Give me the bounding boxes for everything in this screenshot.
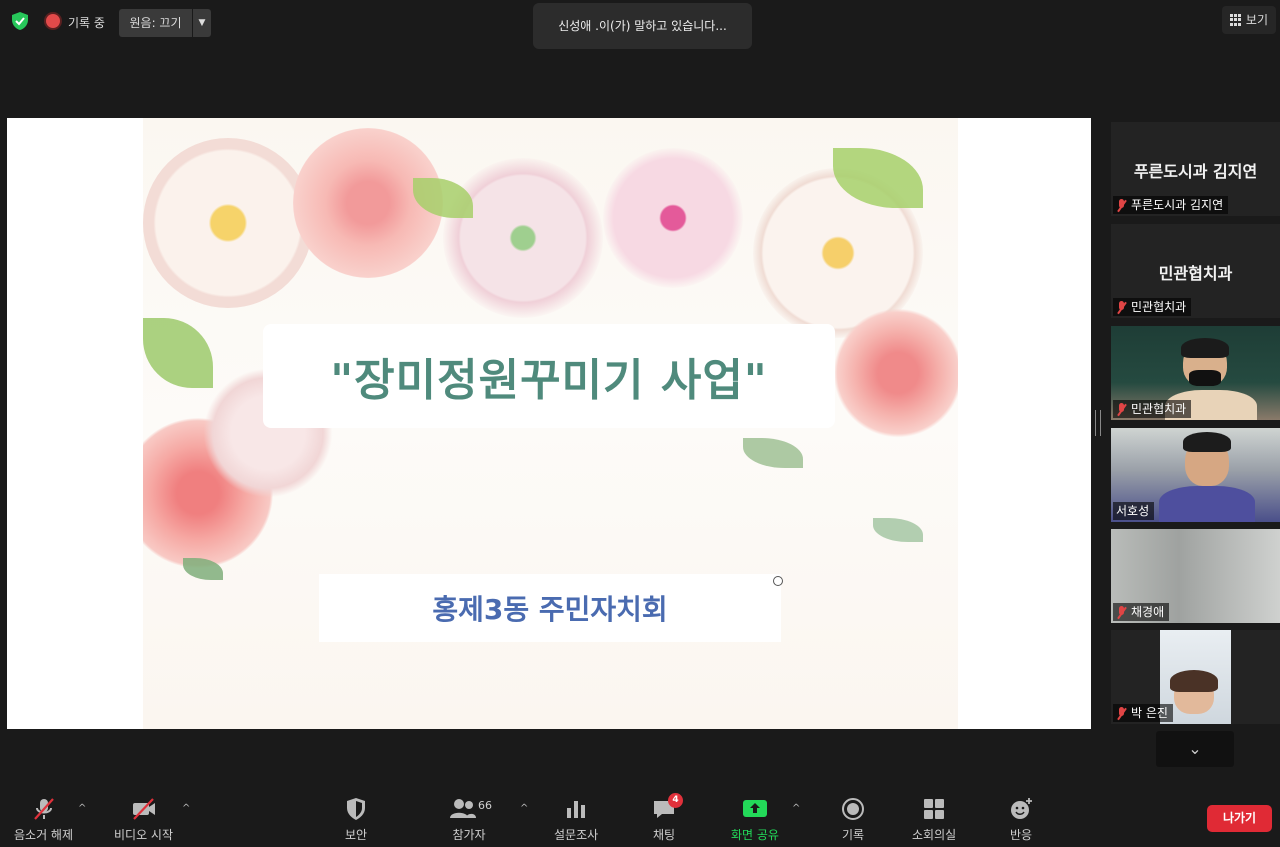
video-options-caret-icon[interactable]: ^ <box>182 803 190 814</box>
scroll-participants-down-button[interactable]: ⌄ <box>1156 731 1234 767</box>
unmute-button[interactable]: 음소거 해제 <box>14 796 73 843</box>
mic-muted-icon <box>1116 198 1127 212</box>
security-button[interactable]: 보안 <box>343 796 369 843</box>
participant-name-display: 푸른도시과 김지연 <box>1133 162 1258 181</box>
unmute-label: 음소거 해제 <box>14 828 74 842</box>
breakout-rooms-label: 소회의실 <box>912 828 957 842</box>
flower-decoration <box>143 138 313 308</box>
participants-button[interactable]: 66 참가자 <box>449 796 492 843</box>
emoji-reaction-icon <box>1011 798 1032 819</box>
participant-hair <box>1181 338 1229 358</box>
share-screen-icon <box>742 800 767 817</box>
participants-options-caret-icon[interactable]: ^ <box>520 803 528 814</box>
breakout-rooms-button[interactable]: 소회의실 <box>912 796 956 843</box>
recording-indicator-icon <box>46 14 60 28</box>
participant-video-tile[interactable]: 박 은진 <box>1111 630 1280 724</box>
slide-title-box: "장미정원꾸미기 사업" <box>263 324 835 428</box>
participant-label: 서호성 <box>1113 502 1155 520</box>
leaf-decoration <box>743 438 803 468</box>
participants-icon-wrap: 66 <box>449 796 492 822</box>
mic-muted-icon <box>1116 706 1127 720</box>
participant-label-text: 민관협치과 <box>1131 300 1187 314</box>
participant-mask <box>1189 370 1221 386</box>
participants-label: 참가자 <box>452 828 486 842</box>
chevron-down-icon: ▼ <box>198 18 206 28</box>
participant-label-text: 푸른도시과 김지연 <box>1131 198 1224 212</box>
record-button[interactable]: 기록 <box>840 796 866 843</box>
share-options-caret-icon[interactable]: ^ <box>792 803 800 814</box>
polls-label: 설문조사 <box>554 828 599 842</box>
breakout-rooms-icon <box>924 799 945 819</box>
reactions-label: 반응 <box>1009 828 1033 842</box>
people-icon <box>450 799 476 818</box>
participant-label-text: 박 은진 <box>1131 706 1168 720</box>
participant-tile[interactable]: 푸른도시과 김지연 푸른도시과 김지연 <box>1111 122 1280 216</box>
view-button[interactable]: 보기 <box>1221 6 1276 34</box>
start-video-button[interactable]: 비디오 시작 <box>114 796 173 843</box>
leaf-decoration <box>143 318 213 388</box>
participant-video-tile[interactable]: 채경애 <box>1111 529 1280 623</box>
meeting-toolbar <box>0 780 1280 847</box>
participant-label: 채경애 <box>1113 603 1170 621</box>
start-video-label: 비디오 시작 <box>114 828 174 842</box>
view-button-label: 보기 <box>1245 13 1268 27</box>
record-label: 기록 <box>841 828 865 842</box>
security-label: 보안 <box>344 828 368 842</box>
mic-muted-icon <box>1116 402 1127 416</box>
participant-hair <box>1183 432 1231 452</box>
reactions-button[interactable]: 반응 <box>1008 796 1034 843</box>
bar-chart-icon <box>567 801 586 818</box>
participant-label: 민관협치과 <box>1113 298 1192 316</box>
chat-unread-badge: 4 <box>668 793 683 808</box>
participant-tile[interactable]: 민관협치과 민관협치과 <box>1111 224 1280 318</box>
leaf-decoration <box>873 518 923 542</box>
participant-label: 푸른도시과 김지연 <box>1113 196 1229 214</box>
participant-label-text: 민관협치과 <box>1131 402 1187 416</box>
polls-button[interactable]: 설문조사 <box>554 796 598 843</box>
leave-meeting-button[interactable]: 나가기 <box>1207 805 1272 832</box>
flower-decoration <box>603 148 743 288</box>
record-icon <box>842 798 864 820</box>
share-screen-button[interactable]: 화면 공유 <box>731 796 779 843</box>
participant-label: 박 은진 <box>1113 704 1173 722</box>
participant-label: 민관협치과 <box>1113 400 1192 418</box>
audio-options-caret-icon[interactable]: ^ <box>78 803 86 814</box>
participant-label-text: 서호성 <box>1116 504 1150 518</box>
remote-cursor-icon <box>773 576 783 586</box>
mic-muted-icon <box>33 798 54 820</box>
slide-background: "장미정원꾸미기 사업" 홍제3동 주민자치회 <box>143 118 958 729</box>
chat-label: 채팅 <box>652 828 676 842</box>
participant-video-tile[interactable]: 서호성 <box>1111 428 1280 522</box>
panel-resize-handle[interactable] <box>1095 410 1101 436</box>
participants-count: 66 <box>478 799 492 812</box>
original-sound-button[interactable]: 원음: 끄기 <box>119 9 192 37</box>
flower-decoration <box>443 158 603 318</box>
active-speaker-banner: 신성애 .이(가) 말하고 있습니다... <box>533 3 752 49</box>
chat-button[interactable]: 4 채팅 <box>651 793 683 843</box>
mic-muted-icon <box>1116 605 1127 619</box>
participant-hair <box>1170 670 1218 692</box>
video-off-icon <box>132 798 155 820</box>
original-sound-dropdown-button[interactable]: ▼ <box>193 9 211 37</box>
shield-icon <box>347 798 365 820</box>
chat-icon-wrap: 4 <box>651 793 683 822</box>
security-shield-icon[interactable] <box>10 11 30 31</box>
participant-name-display: 민관협치과 <box>1158 264 1233 283</box>
mic-muted-icon <box>1116 300 1127 314</box>
slide-title: "장미정원꾸미기 사업" <box>330 355 768 406</box>
chevron-down-icon: ⌄ <box>1188 739 1202 758</box>
slide-subtitle: 홍제3동 주민자치회 <box>432 593 668 626</box>
recording-label: 기록 중 <box>68 16 105 30</box>
participant-body <box>1159 486 1255 522</box>
participant-label-text: 채경애 <box>1131 605 1165 619</box>
flower-decoration <box>833 308 958 438</box>
share-screen-label: 화면 공유 <box>731 828 779 842</box>
shared-screen: "장미정원꾸미기 사업" 홍제3동 주민자치회 <box>7 118 1091 729</box>
participant-video-tile[interactable]: 민관협치과 <box>1111 326 1280 420</box>
slide-subtitle-box: 홍제3동 주민자치회 <box>319 574 781 642</box>
grid-view-icon <box>1229 14 1242 26</box>
